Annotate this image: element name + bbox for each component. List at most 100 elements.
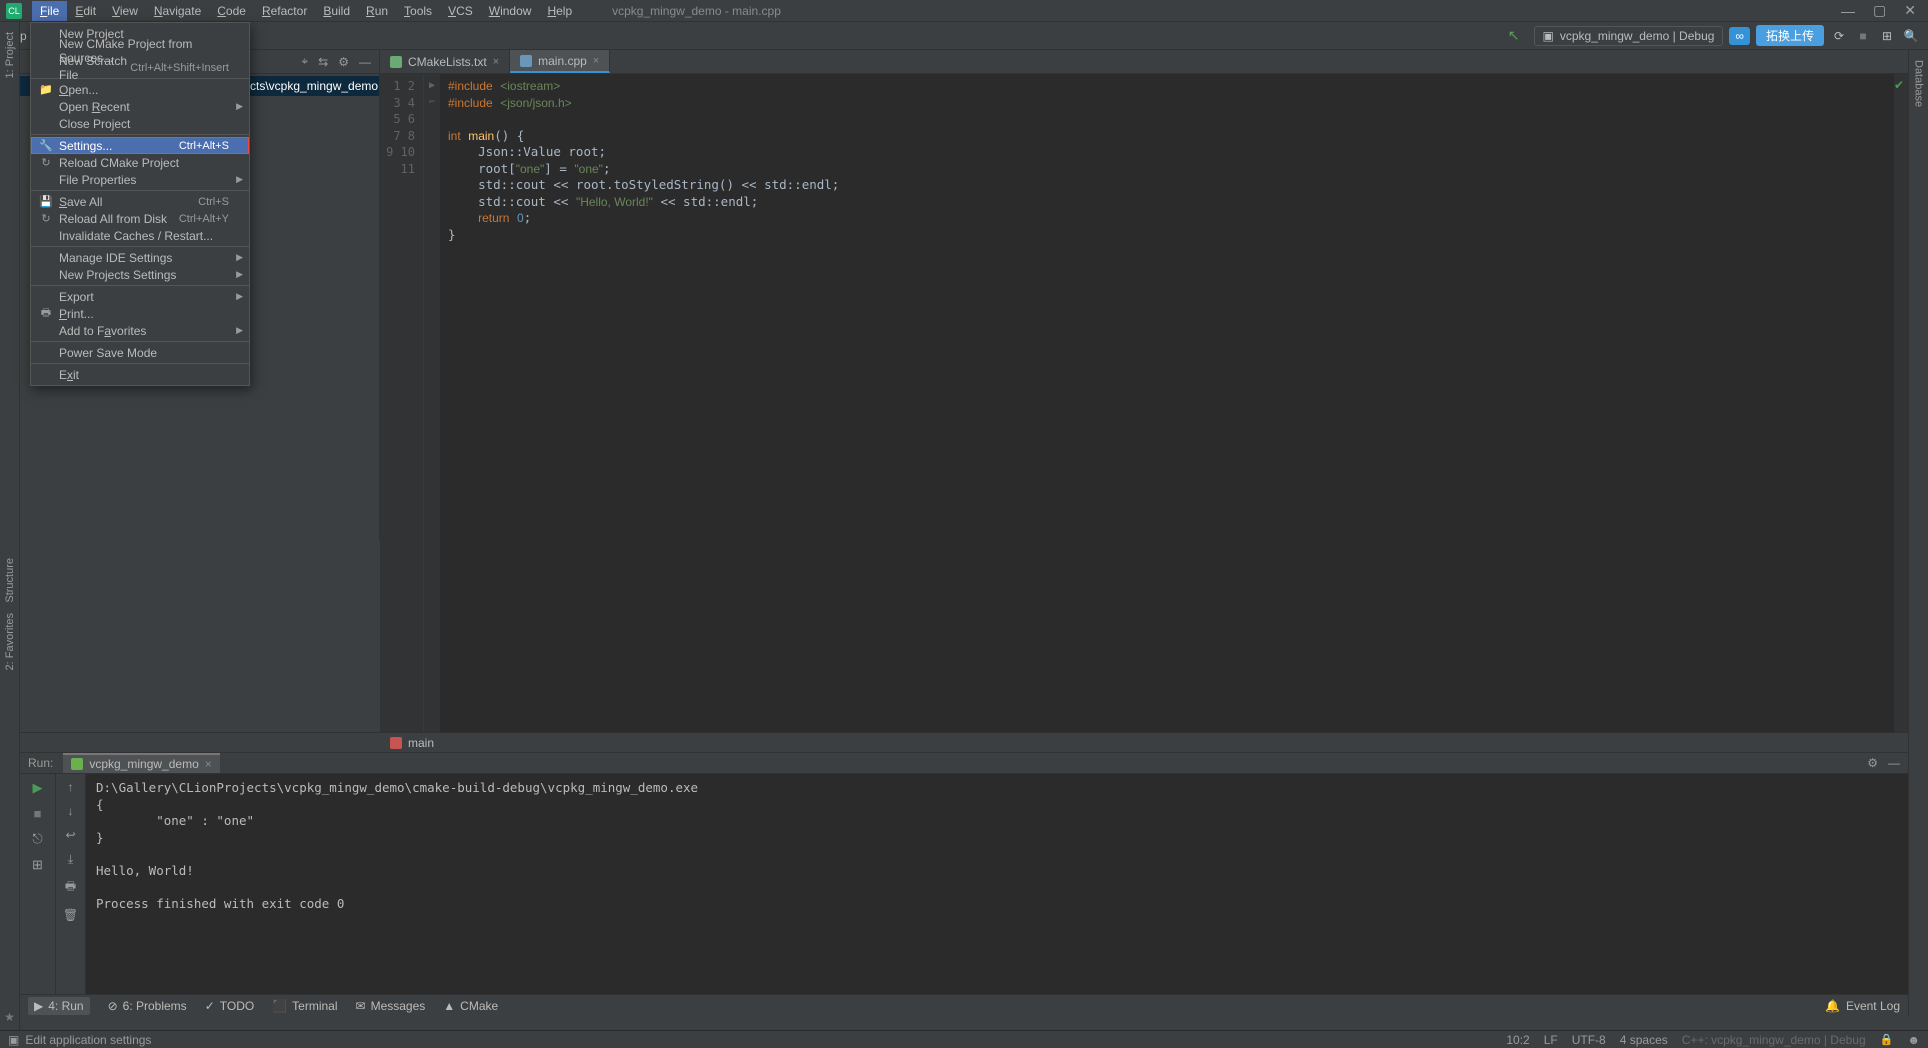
close-icon[interactable]: × [593, 55, 599, 67]
nav-back-icon[interactable]: ↖ [1508, 27, 1520, 44]
window-title: vcpkg_mingw_demo - main.cpp [612, 4, 781, 18]
run-hide-icon[interactable]: — [1888, 756, 1900, 770]
close-icon[interactable]: × [205, 757, 212, 771]
file-menu-settings[interactable]: 🔧Settings...Ctrl+Alt+S [31, 137, 249, 154]
caret-position[interactable]: 10:2 [1506, 1033, 1529, 1047]
file-menu-invalidate-caches-restart[interactable]: Invalidate Caches / Restart... [31, 227, 249, 244]
bottom-tool-4-run[interactable]: ▶4: Run [28, 997, 90, 1015]
menu-help[interactable]: Help [539, 1, 580, 21]
file-menu-exit[interactable]: Exit [31, 366, 249, 383]
menu-build[interactable]: Build [315, 1, 358, 21]
file-menu-file-properties[interactable]: File Properties▶ [31, 171, 249, 188]
file-menu-open[interactable]: 📁Open... [31, 81, 249, 98]
down-stack-icon[interactable]: ↓ [68, 804, 74, 818]
menu-run[interactable]: Run [358, 1, 396, 21]
run-settings-icon[interactable]: ⚙ [1867, 756, 1878, 770]
app-logo-icon: CL [6, 3, 22, 19]
inspection-profile-icon[interactable]: ☻ [1907, 1033, 1920, 1047]
file-menu-close-project[interactable]: Close Project [31, 115, 249, 132]
window-close-icon[interactable]: ✕ [1904, 2, 1916, 19]
bottom-tool-terminal[interactable]: ⬛Terminal [272, 999, 337, 1013]
star-icon[interactable]: ★ [4, 1010, 15, 1024]
hide-icon[interactable]: — [359, 55, 371, 69]
expand-icon[interactable]: ⇆ [318, 55, 328, 69]
run-config-selector[interactable]: ▣ vcpkg_mingw_demo | Debug [1534, 26, 1724, 46]
file-menu-new-scratch-file[interactable]: New Scratch FileCtrl+Alt+Shift+Insert [31, 59, 249, 76]
menu-vcs[interactable]: VCS [440, 1, 481, 21]
bottom-tool-todo[interactable]: ✓TODO [205, 999, 255, 1013]
menu-edit[interactable]: Edit [67, 1, 104, 21]
bottom-tool-6-problems[interactable]: ⊘6: Problems [108, 999, 187, 1013]
editor-breadcrumb: main [20, 732, 1908, 752]
upload-button[interactable]: 拓换上传 [1756, 25, 1824, 46]
layout-icon[interactable]: ⊞ [32, 857, 43, 873]
file-menu-print[interactable]: 🖶Print... [31, 305, 249, 322]
run-config-label: vcpkg_mingw_demo | Debug [1560, 29, 1715, 43]
menu-window[interactable]: Window [481, 1, 540, 21]
chevron-right-icon: ▶ [236, 269, 243, 280]
context-label[interactable]: C++: vcpkg_mingw_demo | Debug [1682, 1033, 1866, 1047]
inspection-ok-icon[interactable]: ✔ [1894, 78, 1904, 92]
menu-file[interactable]: File [32, 1, 67, 21]
editor-tab-main-cpp[interactable]: main.cpp× [510, 50, 610, 73]
readonly-lock-icon[interactable]: 🔒 [1880, 1033, 1894, 1046]
event-log-button[interactable]: Event Log [1846, 999, 1900, 1013]
bottom-tool-messages[interactable]: ✉Messages [356, 999, 426, 1013]
layout-settings-icon[interactable]: ⊞ [1878, 27, 1896, 45]
indent-setting[interactable]: 4 spaces [1620, 1033, 1668, 1047]
stop-icon[interactable]: ■ [34, 806, 42, 821]
menu-item-label: Print... [59, 307, 94, 321]
close-icon[interactable]: × [493, 56, 499, 68]
locate-icon[interactable]: ⌖ [301, 54, 308, 69]
file-menu-manage-ide-settings[interactable]: Manage IDE Settings▶ [31, 249, 249, 266]
file-menu-reload-cmake-project[interactable]: ↻Reload CMake Project [31, 154, 249, 171]
trash-icon[interactable]: 🗑 [63, 908, 78, 922]
editor-right-gutter [1894, 74, 1908, 732]
file-menu-power-save-mode[interactable]: Power Save Mode [31, 344, 249, 361]
breadcrumb-function[interactable]: main [408, 736, 434, 750]
run-tab[interactable]: vcpkg_mingw_demo × [63, 753, 219, 773]
code-area[interactable]: #include <iostream> #include <json/json.… [440, 74, 1894, 732]
structure-tool-button[interactable]: Structure [4, 558, 16, 603]
menu-item-label: Reload CMake Project [59, 156, 179, 170]
bottom-tool-bar: ▶4: Run ⊘6: Problems ✓TODO ⬛Terminal ✉Messag… [20, 994, 1908, 1016]
print-icon[interactable]: 🖶 [65, 877, 76, 898]
menu-code[interactable]: Code [209, 1, 254, 21]
run-side-toolbar-2: ↑ ↓ ↩ ⤓ 🖶 🗑 [56, 774, 86, 994]
favorites-tool-button[interactable]: 2: Favorites [4, 613, 16, 670]
stop-icon[interactable]: ■ [1854, 27, 1872, 45]
file-menu-export[interactable]: Export▶ [31, 288, 249, 305]
file-menu-add-to-favorites[interactable]: Add to Favorites▶ [31, 322, 249, 339]
tool-windows-icon[interactable]: ▣ [8, 1033, 19, 1047]
up-stack-icon[interactable]: ↑ [68, 780, 74, 794]
update-running-app-icon[interactable]: ⟳ [1830, 27, 1848, 45]
file-menu-reload-all-from-disk[interactable]: ↻Reload All from DiskCtrl+Alt+Y [31, 210, 249, 227]
bottom-tool-cmake[interactable]: ▲CMake [443, 999, 498, 1013]
window-minimize-icon[interactable]: — [1841, 3, 1855, 19]
editor-tab-CMakeLists-txt[interactable]: CMakeLists.txt× [380, 50, 510, 73]
menu-refactor[interactable]: Refactor [254, 1, 315, 21]
file-menu-new-projects-settings[interactable]: New Projects Settings▶ [31, 266, 249, 283]
search-everywhere-icon[interactable]: 🔍 [1902, 27, 1920, 45]
project-tool-button[interactable]: 1: Project [4, 32, 16, 78]
gear-icon[interactable]: ⚙ [338, 55, 349, 69]
line-separator[interactable]: LF [1544, 1033, 1558, 1047]
chevron-right-icon: ▶ [236, 325, 243, 336]
editor: 1 2 3 4 5 6 7 8 9 10 11 ▶ ⌐ #include <io… [380, 74, 1908, 732]
menu-navigate[interactable]: Navigate [146, 1, 209, 21]
folder-icon: 📁 [39, 83, 53, 96]
menu-tools[interactable]: Tools [396, 1, 440, 21]
exit-icon[interactable]: ⎋ [32, 831, 42, 847]
window-maximize-icon[interactable]: ▢ [1873, 2, 1886, 19]
scroll-end-icon[interactable]: ⤓ [68, 852, 73, 867]
database-tool-button[interactable]: Database [1913, 60, 1925, 107]
menu-view[interactable]: View [104, 1, 146, 21]
file-encoding[interactable]: UTF-8 [1572, 1033, 1606, 1047]
rerun-icon[interactable]: ▶ [33, 780, 43, 796]
file-menu-open-recent[interactable]: Open Recent▶ [31, 98, 249, 115]
cloud-sync-badge[interactable]: ∞ [1729, 27, 1750, 45]
run-console-output[interactable]: D:\Gallery\CLionProjects\vcpkg_mingw_dem… [86, 774, 1908, 994]
file-menu-save-all[interactable]: 💾Save AllCtrl+S [31, 193, 249, 210]
soft-wrap-icon[interactable]: ↩ [65, 828, 75, 842]
tool-icon: ✓ [205, 999, 215, 1013]
